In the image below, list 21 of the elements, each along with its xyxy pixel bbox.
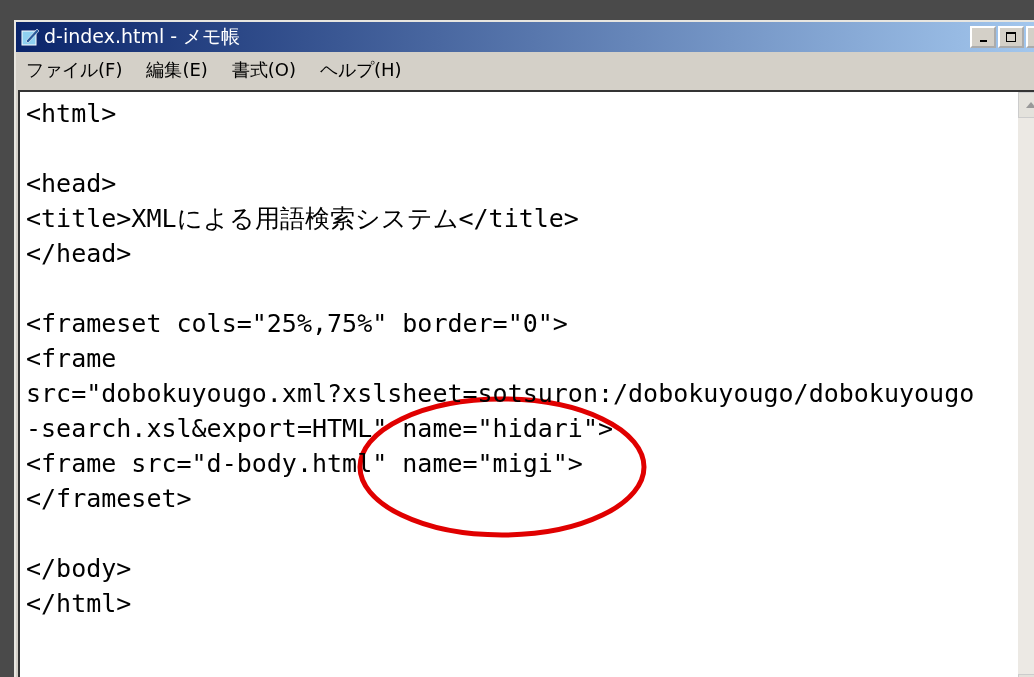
code-line: </frameset> xyxy=(26,483,193,515)
code-line: <frameset cols="25%,75%" border="0"> xyxy=(26,308,569,340)
menu-item[interactable]: ヘルプ(H) xyxy=(320,58,402,82)
code-line: </body> xyxy=(26,553,133,585)
code-line: <html> xyxy=(26,98,118,130)
code-line: src="dobokuyougo.xml?xslsheet=sotsuron:/dobokuyougo/dobokuyougo xyxy=(26,378,976,410)
window-title: d-index.html - メモ帳 xyxy=(44,24,242,49)
code-line: </head> xyxy=(26,238,133,270)
menu-item[interactable]: 編集(E) xyxy=(146,58,208,82)
code-line: <title>XMLによる用語検索システム</title> xyxy=(26,203,580,235)
minimize-button[interactable] xyxy=(970,26,996,48)
notepad-icon xyxy=(20,27,40,47)
maximize-icon xyxy=(1005,31,1017,43)
maximize-button[interactable] xyxy=(998,26,1024,48)
code-line: -search.xsl&export=HTML" name="hidari"> xyxy=(26,413,614,445)
menu-item[interactable]: ファイル(F) xyxy=(26,58,123,82)
minimize-icon xyxy=(979,40,987,42)
code-line: <head> xyxy=(26,168,118,200)
code-line: <frame xyxy=(26,343,118,375)
menu-item[interactable]: 書式(O) xyxy=(231,58,297,82)
code-line: </html> xyxy=(26,588,133,620)
